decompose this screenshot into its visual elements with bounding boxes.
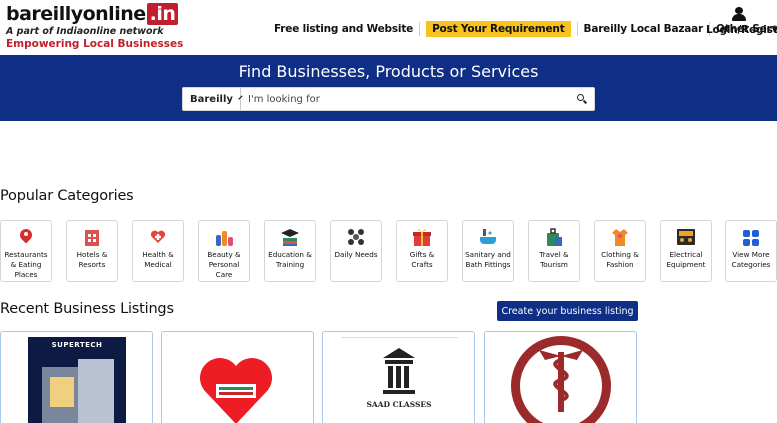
clothing-icon: [610, 227, 630, 247]
listing-card[interactable]: [161, 331, 314, 423]
city-select-value: Bareilly: [190, 93, 233, 105]
saad-classes-logo-icon: SAAD CLASSES: [363, 344, 435, 423]
logo-name: bareillyonline: [6, 3, 146, 25]
location-pin-icon: [16, 226, 36, 247]
listing-image-text: SUPERTECH: [51, 341, 103, 349]
user-icon: [732, 7, 746, 21]
category-beauty[interactable]: Beauty & Personal Care: [198, 220, 250, 282]
category-restaurants[interactable]: Restaurants & Eating Places: [0, 220, 52, 282]
category-label: Hotels & Resorts: [76, 250, 108, 269]
city-select[interactable]: Bareilly: [183, 88, 243, 110]
category-gifts[interactable]: Gifts & Crafts: [396, 220, 448, 282]
daily-needs-icon: [346, 227, 366, 247]
health-heart-icon: [148, 227, 168, 247]
search-bar: Bareilly: [182, 87, 595, 111]
listing-card[interactable]: SUPERTECH: [0, 331, 153, 423]
nav-post-requirement[interactable]: Post Your Requirement: [426, 20, 571, 37]
listing-card[interactable]: SAAD CLASSES: [322, 331, 475, 423]
category-label: Health & Medical: [142, 250, 174, 269]
listing-image-text: SAAD CLASSES: [366, 400, 432, 409]
hero-title: Find Businesses, Products or Services: [238, 62, 539, 81]
building-logo-icon: SUPERTECH: [28, 337, 126, 423]
category-label: Clothing & Fashion: [601, 250, 639, 269]
category-hotels[interactable]: Hotels & Resorts: [66, 220, 118, 282]
listing-card[interactable]: [484, 331, 637, 423]
travel-icon: [544, 227, 564, 247]
graduation-icon: [280, 227, 300, 247]
nav-divider: [419, 21, 421, 36]
category-label: Education & Training: [268, 250, 312, 269]
hotel-icon: [82, 227, 102, 247]
bath-icon: [478, 227, 498, 247]
category-health[interactable]: Health & Medical: [132, 220, 184, 282]
site-logo[interactable]: bareillyonline .in A part of Indiaonline …: [6, 3, 183, 50]
logo-slogan: Empowering Local Businesses: [6, 38, 184, 50]
logo-wordmark: bareillyonline .in: [6, 3, 183, 25]
site-header: bareillyonline .in A part of Indiaonline …: [0, 0, 777, 55]
search-input[interactable]: [241, 88, 570, 110]
category-label: Beauty & Personal Care: [207, 250, 241, 279]
nav-free-listing[interactable]: Free listing and Website: [268, 23, 419, 35]
category-label: Travel & Tourism: [539, 250, 569, 269]
login-register-button[interactable]: Login/Register: [706, 7, 777, 36]
search-button[interactable]: [570, 88, 594, 110]
gift-icon: [412, 227, 432, 247]
category-label: View More Categories: [731, 250, 771, 269]
top-nav: Free listing and Website Post Your Requi…: [268, 20, 777, 37]
category-electrical[interactable]: Electrical Equipment: [660, 220, 712, 282]
login-label: Login/Register: [706, 24, 777, 36]
beauty-icon: [214, 227, 234, 247]
grid-icon: [741, 227, 761, 247]
category-label: Electrical Equipment: [666, 250, 706, 269]
category-label: Restaurants & Eating Places: [4, 250, 48, 279]
logo-tagline: A part of Indiaonline network: [6, 26, 164, 37]
electrical-icon: [676, 227, 696, 247]
create-listing-button[interactable]: Create your business listing: [497, 301, 638, 321]
category-education[interactable]: Education & Training: [264, 220, 316, 282]
category-label: Gifts & Crafts: [409, 250, 435, 269]
category-clothing[interactable]: Clothing & Fashion: [594, 220, 646, 282]
category-view-more[interactable]: View More Categories: [725, 220, 777, 282]
category-daily-needs[interactable]: Daily Needs: [330, 220, 382, 282]
red-heart-logo-icon: [198, 354, 274, 423]
category-grid: Restaurants & Eating Places Hotels & Res…: [0, 220, 777, 282]
medical-trust-emblem-icon: [511, 336, 611, 423]
logo-tld: .in: [146, 3, 179, 25]
popular-categories-title: Popular Categories: [0, 188, 134, 204]
search-hero: Find Businesses, Products or Services Ba…: [0, 55, 777, 121]
nav-local-bazaar[interactable]: Bareilly Local Bazaar: [578, 23, 710, 35]
category-travel[interactable]: Travel & Tourism: [528, 220, 580, 282]
search-icon: [577, 94, 588, 104]
category-sanitary[interactable]: Sanitary and Bath Fittings: [462, 220, 514, 282]
recent-listings-title: Recent Business Listings: [0, 301, 174, 317]
category-label: Daily Needs: [334, 250, 378, 259]
category-label: Sanitary and Bath Fittings: [465, 250, 511, 269]
